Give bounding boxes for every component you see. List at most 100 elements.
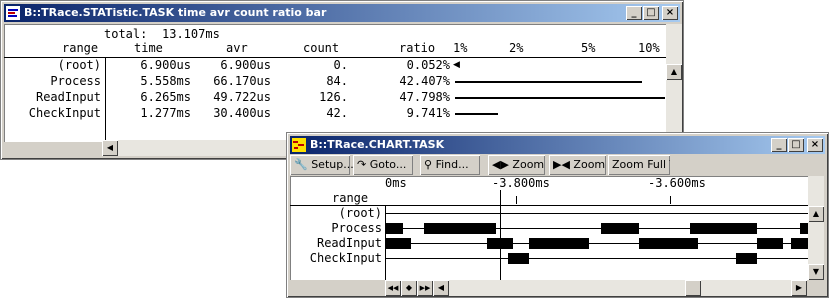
statistic-title: B::TRace.STATistic.TASK time avr count r… [24,6,327,19]
binoculars-icon: ⚲ [424,158,433,171]
scroll-down-button[interactable]: ▼ [808,264,824,280]
scroll-right-button[interactable]: ▶ [791,280,807,296]
stat-cell-range: CheckInput [28,106,101,120]
header-2pct: 2% [509,41,524,55]
chart-toolbar: 🔧 Setup... ↷ Goto... ⚲ Find... ◀▶ Zoom ▶… [290,155,825,175]
nav-center-button[interactable]: ◆ [401,280,417,296]
chart-task-segment [423,223,496,234]
scroll-up-button[interactable]: ▲ [808,206,824,222]
close-button[interactable]: × [807,138,823,152]
chart-panel: 0ms -3.800ms -3.600ms range (root) Proces… [290,176,808,280]
stat-ratio-bar [455,113,498,115]
small-value-arrow-icon: ◀ [453,60,460,70]
chart-vertical-scrollbar[interactable]: ▲ ▼ [808,176,824,280]
time-label-1: -3.800ms [492,176,550,190]
chart-task-segment [386,223,403,234]
chart-task-label[interactable]: CheckInput [310,251,382,265]
chart-task-segment [601,223,640,234]
statistic-horizontal-scrollbar[interactable]: ◀ [102,140,288,156]
stat-ratio-bar [455,81,642,83]
scroll-thumb[interactable] [685,280,701,296]
chart-task-segment [799,223,808,234]
stat-cell-range: (root) [57,58,101,72]
chart-titlebar[interactable]: B::TRace.CHART.TASK _ □ × [290,136,825,154]
stat-cell-ratio: 47.798% [399,90,450,104]
chart-task-label[interactable]: ReadInput [317,236,382,250]
chart-window: B::TRace.CHART.TASK _ □ × 🔧 Setup... ↷ G… [286,132,829,298]
stat-cell-time: 5.558ms [140,74,191,88]
chart-task-segment [736,253,758,264]
zoom-in-icon: ◀▶ [492,158,509,171]
stat-cell-avr: 66.170us [213,74,271,88]
find-button[interactable]: ⚲ Find... [420,155,480,175]
header-ratio: ratio [399,41,436,55]
nav-first-button[interactable]: ◀◀ [385,280,401,296]
stat-cell-ratio: 42.407% [399,74,450,88]
stat-cell-count: 42. [326,106,348,120]
chart-task-label[interactable]: Process [331,221,382,235]
stat-cell-avr: 49.722us [213,90,271,104]
maximize-button[interactable]: □ [643,6,659,20]
statistic-vertical-scrollbar[interactable]: ▲ [666,24,682,142]
scroll-left-button[interactable]: ◀ [102,140,118,156]
statistic-titlebar[interactable]: B::TRace.STATistic.TASK time avr count r… [4,4,680,22]
total-label: total: [104,27,148,41]
range-column-separator [105,58,106,142]
header-time: time [134,41,163,55]
zoom-full-button[interactable]: Zoom Full T [608,155,670,175]
chart-task-segment [791,238,808,249]
goto-button[interactable]: ↷ Goto... [353,155,413,175]
chart-app-icon [292,138,306,152]
zoom-in-button[interactable]: ◀▶ Zoom [488,155,545,175]
header-avr: avr [226,41,248,55]
chart-task-baseline [386,243,808,244]
stat-cell-count: 126. [319,90,348,104]
stat-cell-range: ReadInput [35,90,101,104]
stat-cell-time: 6.900us [140,58,191,72]
scroll-left-button[interactable]: ◀ [433,280,449,296]
stat-ratio-bar [455,97,666,99]
chart-task-segment [529,238,589,249]
stat-cell-time: 6.265ms [140,90,191,104]
stat-cell-time: 1.277ms [140,106,191,120]
chart-task-segment [639,238,699,249]
goto-arrow-icon: ↷ [357,158,367,171]
header-range: range [62,41,99,55]
time-axis-ticks [385,196,808,204]
chart-task-baseline [386,213,808,214]
statistic-panel: total: 13.107ms range time avr count rat… [4,24,666,142]
minimize-button[interactable]: _ [626,6,642,20]
nav-last-button[interactable]: ▶▶ [417,280,433,296]
total-value: 13.107ms [162,27,220,41]
statistic-app-icon [6,6,20,20]
time-label-0: 0ms [385,176,407,190]
chart-task-segment [689,223,758,234]
stat-cell-avr: 6.900us [220,58,271,72]
setup-button[interactable]: 🔧 Setup... [290,155,354,175]
header-5pct: 5% [581,41,596,55]
chart-task-segment [757,238,783,249]
range-header: range [332,191,369,205]
header-1pct: 1% [453,41,468,55]
stat-cell-count: 0. [333,58,348,72]
zoom-out-icon: ▶◀ [553,158,570,171]
stat-cell-ratio: 9.741% [406,106,450,120]
minimize-button[interactable]: _ [771,138,787,152]
stat-cell-ratio: 0.052% [406,58,450,72]
time-label-2: -3.600ms [648,176,706,190]
stat-cell-avr: 30.400us [213,106,271,120]
scroll-up-button[interactable]: ▲ [666,64,682,80]
stat-cell-range: Process [50,74,101,88]
chart-cursor-line[interactable] [499,190,501,280]
chart-task-segment [386,238,412,249]
zoom-out-button[interactable]: ▶◀ Zoom [549,155,606,175]
close-button[interactable]: × [662,6,678,20]
chart-task-segment [508,253,530,264]
chart-task-label[interactable]: (root) [339,206,382,220]
wrench-icon: 🔧 [294,158,308,171]
stat-cell-count: 84. [326,74,348,88]
header-count: count [303,41,340,55]
maximize-button[interactable]: □ [788,138,804,152]
chart-horizontal-scrollbar[interactable]: ◀◀ ◆ ▶▶ ◀ ▶ [385,280,807,296]
chart-title: B::TRace.CHART.TASK [310,138,445,151]
